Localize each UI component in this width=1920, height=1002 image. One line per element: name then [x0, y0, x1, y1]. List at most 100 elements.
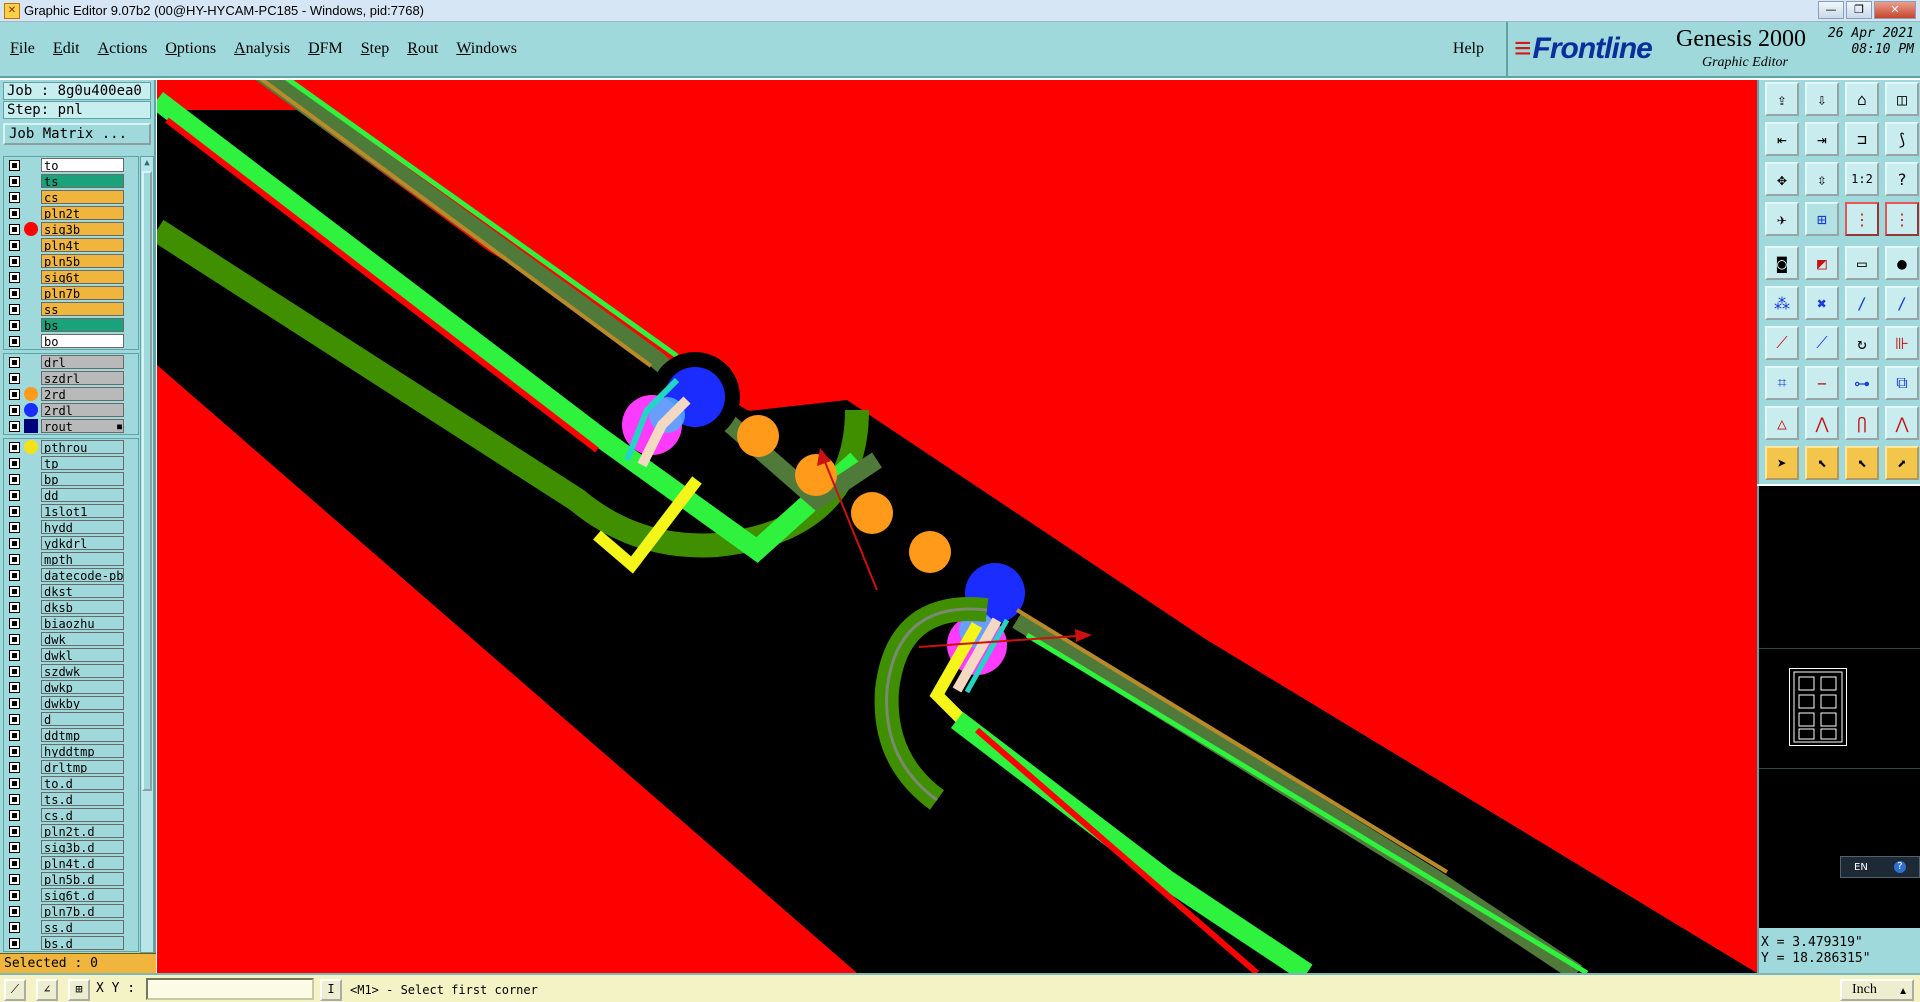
layer-row-dkst[interactable]: dkst: [4, 583, 138, 599]
menu-dfm[interactable]: DFM: [308, 40, 343, 58]
move-point-icon[interactable]: ∕: [1885, 286, 1919, 320]
maximize-button[interactable]: ❐: [1846, 1, 1872, 19]
line-tool-icon[interactable]: ⟋: [1765, 326, 1799, 360]
layer-name[interactable]: 1slot1: [41, 504, 124, 518]
menu-options[interactable]: Options: [165, 40, 216, 58]
layer-name[interactable]: pln7b.d: [41, 904, 124, 918]
layer-row-1slot1[interactable]: 1slot1: [4, 503, 138, 519]
layer-row-pln4t-d[interactable]: pln4t.d: [4, 855, 138, 871]
scroll-thumb[interactable]: [142, 171, 152, 791]
layer-name[interactable]: rout: [41, 419, 124, 433]
layer-row-ts[interactable]: ts: [4, 173, 138, 189]
layer-row-bs-d[interactable]: bs.d: [4, 935, 138, 951]
pan-left-icon[interactable]: ⇤: [1765, 122, 1799, 156]
layer-checkbox[interactable]: [9, 729, 20, 741]
snapshot-tool-icon[interactable]: ◙: [1765, 246, 1799, 280]
layer-checkbox[interactable]: [9, 223, 20, 235]
layer-checkbox[interactable]: [9, 521, 20, 533]
layer-checkbox[interactable]: [9, 239, 20, 251]
layer-name[interactable]: tp: [41, 456, 124, 470]
layer-checkbox[interactable]: [9, 617, 20, 629]
layer-row-bo[interactable]: bo: [4, 333, 138, 349]
layer-checkbox[interactable]: [9, 921, 20, 933]
layer-name[interactable]: pln5b: [41, 254, 124, 268]
layer-name[interactable]: ss: [41, 302, 124, 316]
menu-windows[interactable]: Windows: [456, 40, 517, 58]
layer-checkbox[interactable]: [9, 809, 20, 821]
units-select[interactable]: Inch ▲: [1840, 979, 1914, 1001]
arch-tool-icon[interactable]: ⋂: [1845, 406, 1879, 440]
split-view-icon[interactable]: ◫: [1885, 82, 1919, 116]
layer-name[interactable]: dwkp: [41, 680, 124, 694]
scroll-up-icon[interactable]: ▲: [141, 157, 153, 169]
layer-row-dd[interactable]: dd: [4, 487, 138, 503]
layer-scrollbar[interactable]: ▲: [140, 156, 154, 953]
help-icon[interactable]: ?: [1885, 162, 1919, 196]
layer-row-cs[interactable]: cs: [4, 189, 138, 205]
layer-checkbox[interactable]: [9, 255, 20, 267]
layer-name[interactable]: dwkl: [41, 648, 124, 662]
layer-checkbox[interactable]: [9, 777, 20, 789]
menu-rout[interactable]: Rout: [407, 40, 438, 58]
layer-checkbox[interactable]: [9, 665, 20, 677]
layer-name[interactable]: sig6t.d: [41, 888, 124, 902]
snap-mode-icon[interactable]: ⟋: [4, 979, 26, 1001]
layer-row-2rd[interactable]: 2rd: [4, 386, 138, 402]
layer-checkbox[interactable]: [9, 356, 20, 368]
layer-row-sig3b[interactable]: sig3b: [4, 221, 138, 237]
polygon-tool-icon[interactable]: ⋀: [1805, 406, 1839, 440]
layer-row-pln7b[interactable]: pln7b: [4, 285, 138, 301]
route-tool-icon[interactable]: ⌗: [1765, 366, 1799, 400]
layer-name[interactable]: 2rdl: [41, 403, 124, 417]
layer-row-pln2t[interactable]: pln2t: [4, 205, 138, 221]
layer-name[interactable]: szdrl: [41, 371, 124, 385]
layer-name[interactable]: pln4t.d: [41, 856, 124, 870]
layer-checkbox[interactable]: [9, 473, 20, 485]
layer-checkbox[interactable]: [9, 537, 20, 549]
layer-checkbox[interactable]: [9, 191, 20, 203]
point-tool-icon[interactable]: ∕: [1845, 286, 1879, 320]
copy-tool-icon[interactable]: ⧉: [1885, 366, 1919, 400]
layer-name[interactable]: drl: [41, 355, 124, 369]
layer-checkbox[interactable]: [9, 873, 20, 885]
layer-name[interactable]: cs: [41, 190, 124, 204]
select-arrow-icon[interactable]: ➤: [1765, 446, 1799, 480]
layer-name[interactable]: ts: [41, 174, 124, 188]
layer-checkbox[interactable]: [9, 372, 20, 384]
layer-checkbox[interactable]: [9, 905, 20, 917]
menu-edit[interactable]: Edit: [53, 40, 80, 58]
layer-name[interactable]: sig3b: [41, 222, 124, 236]
view-home-icon[interactable]: ⇪: [1765, 82, 1799, 116]
layer-row-drl[interactable]: drl: [4, 354, 138, 370]
layer-checkbox[interactable]: [9, 404, 20, 416]
menu-file[interactable]: File: [10, 40, 35, 58]
menu-analysis[interactable]: Analysis: [234, 40, 290, 58]
layer-name[interactable]: bs: [41, 318, 124, 332]
layer-name[interactable]: pln2t: [41, 206, 124, 220]
layer-name[interactable]: bs.d: [41, 936, 124, 950]
triangle-tool-icon[interactable]: △: [1765, 406, 1799, 440]
graphic-canvas[interactable]: [157, 80, 1757, 973]
draw-line-icon[interactable]: ⟋: [1805, 326, 1839, 360]
layer-row-dwkp[interactable]: dwkp: [4, 679, 138, 695]
layer-name[interactable]: pln2t.d: [41, 824, 124, 838]
layer-name[interactable]: ddtmp: [41, 728, 124, 742]
layer-checkbox[interactable]: [9, 569, 20, 581]
layer-checkbox[interactable]: [9, 825, 20, 837]
board-thumbnail[interactable]: [1789, 668, 1847, 746]
pad-tool-icon[interactable]: ●: [1885, 246, 1919, 280]
layer-row-rout[interactable]: rout ■: [4, 418, 138, 434]
layer-row-hyddtmp[interactable]: hyddtmp: [4, 743, 138, 759]
scale-1-2-icon[interactable]: 1:2: [1845, 162, 1879, 196]
resize-tool-icon[interactable]: ⊶: [1845, 366, 1879, 400]
layer-checkbox[interactable]: [9, 681, 20, 693]
layer-row-cs-d[interactable]: cs.d: [4, 807, 138, 823]
close-button[interactable]: ✕: [1874, 1, 1916, 19]
layer-row-ss-d[interactable]: ss.d: [4, 919, 138, 935]
arc-tool-icon[interactable]: ↻: [1845, 326, 1879, 360]
job-matrix-button[interactable]: Job Matrix ...: [3, 123, 151, 145]
layer-checkbox[interactable]: [9, 457, 20, 469]
layer-name[interactable]: bo: [41, 334, 124, 348]
layer-name[interactable]: ydkdrl: [41, 536, 124, 550]
layer-row-dwkl[interactable]: dwkl: [4, 647, 138, 663]
